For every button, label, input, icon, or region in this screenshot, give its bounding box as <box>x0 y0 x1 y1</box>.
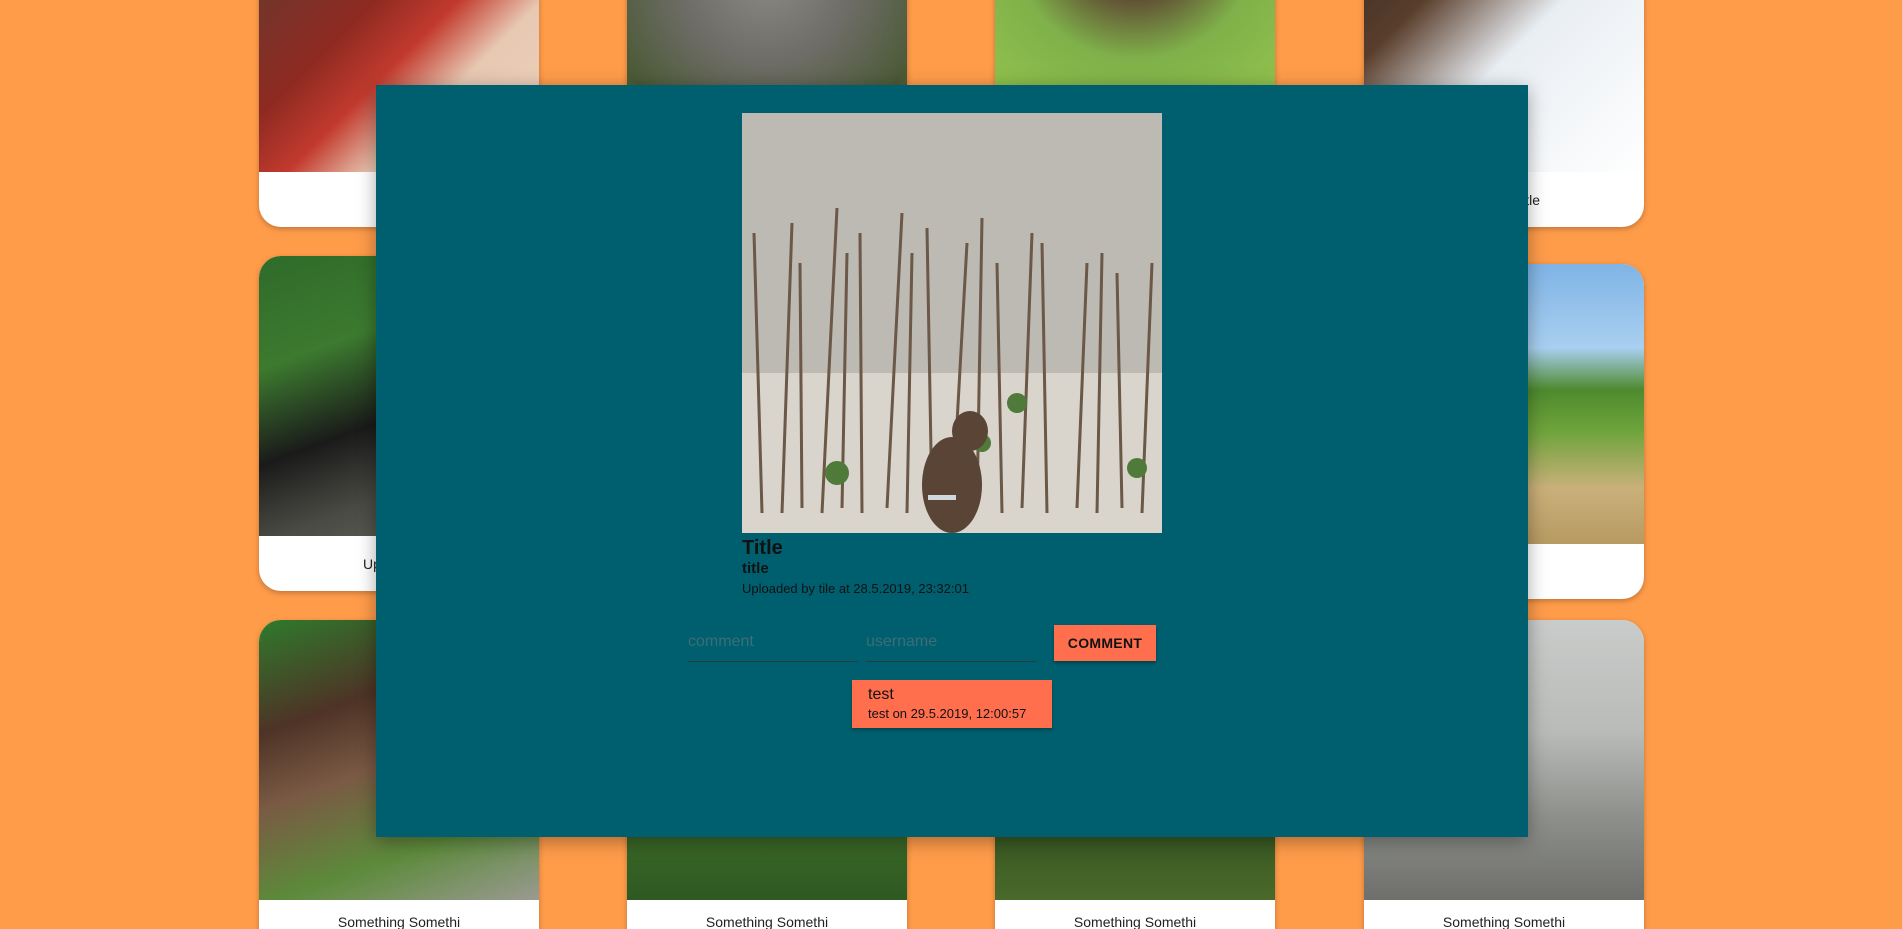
gallery-caption: Something Somethi <box>627 900 907 929</box>
comment-meta: test on 29.5.2019, 12:00:57 <box>868 706 1027 721</box>
gallery-caption-text: Something Somethi <box>1073 914 1197 929</box>
comment-form: COMMENT <box>688 625 1158 665</box>
gallery-caption-text: Something Somethi <box>1442 914 1566 929</box>
post-meta: Title title Uploaded by tile at 28.5.201… <box>742 536 969 598</box>
post-photo <box>742 113 1162 533</box>
comment-input[interactable] <box>688 625 858 659</box>
comment-item: test test on 29.5.2019, 12:00:57 <box>852 680 1052 728</box>
gallery-caption: Something Somethi <box>1364 900 1644 929</box>
page: tle Up Something Somethi Something Somet… <box>0 0 1902 929</box>
username-input[interactable] <box>866 625 1036 659</box>
image-detail-modal: Title title Uploaded by tile at 28.5.201… <box>376 85 1528 837</box>
post-subtitle: title <box>742 560 769 577</box>
comment-text: test <box>868 686 894 703</box>
gallery-caption-text: Something Somethi <box>705 914 829 929</box>
post-uploaded-info: Uploaded by tile at 28.5.2019, 23:32:01 <box>742 581 969 596</box>
gallery-caption: Something Somethi <box>995 900 1275 929</box>
username-field-wrapper <box>866 625 1036 662</box>
submit-comment-button[interactable]: COMMENT <box>1054 625 1156 661</box>
gallery-caption: Something Somethi <box>259 900 539 929</box>
comment-field-wrapper <box>688 625 858 662</box>
post-title: Title <box>742 537 783 559</box>
post-photo-illustration <box>742 113 1162 533</box>
gallery-caption-text: Something Somethi <box>337 914 461 929</box>
